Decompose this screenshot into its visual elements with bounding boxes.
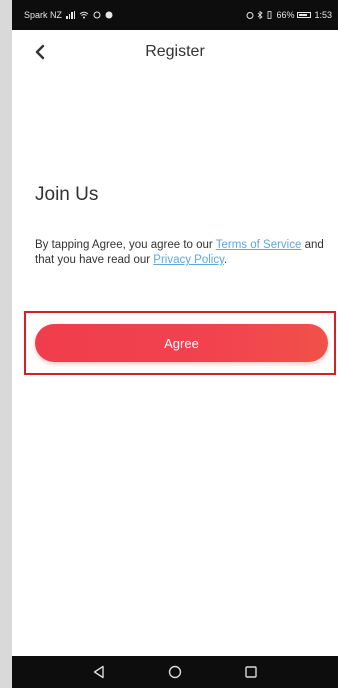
terms-of-service-link[interactable]: Terms of Service [216,239,302,251]
agree-button[interactable]: Agree [35,324,328,362]
page-title: Register [145,43,205,60]
vibrate-icon [268,11,272,19]
terms-suffix-text: . [224,254,228,266]
status-bar: Spark NZ 66% 1:53 [12,0,338,30]
nav-home-button[interactable] [165,662,185,682]
recents-square-icon [245,666,257,678]
wifi-icon [79,11,89,19]
signal-icon [66,11,76,19]
app-header: Register [12,30,338,74]
privacy-policy-link[interactable]: Privacy Policy [153,254,224,266]
clock: 1:53 [314,10,332,20]
back-button[interactable] [28,38,52,66]
home-circle-icon [168,665,182,679]
message-icon [105,11,113,19]
terms-prefix-text: By tapping Agree, you agree to our [35,239,216,251]
back-triangle-icon [93,665,104,679]
chevron-left-icon [35,44,45,60]
bluetooth-icon [258,11,264,19]
battery-percent: 66% [276,10,295,20]
nav-back-button[interactable] [89,662,109,682]
battery-icon [297,12,312,18]
join-us-heading: Join Us [35,184,99,205]
alarm-icon [246,12,254,19]
nav-recents-button[interactable] [241,662,261,682]
notification-icon [93,11,101,19]
terms-paragraph: By tapping Agree, you agree to our Terms… [35,238,333,268]
carrier-label: Spark NZ [24,10,63,20]
system-nav-bar [12,656,338,688]
background-strip [0,0,12,688]
phone-screen: Spark NZ 66% 1:53 Register Join Us By ta… [12,0,338,688]
